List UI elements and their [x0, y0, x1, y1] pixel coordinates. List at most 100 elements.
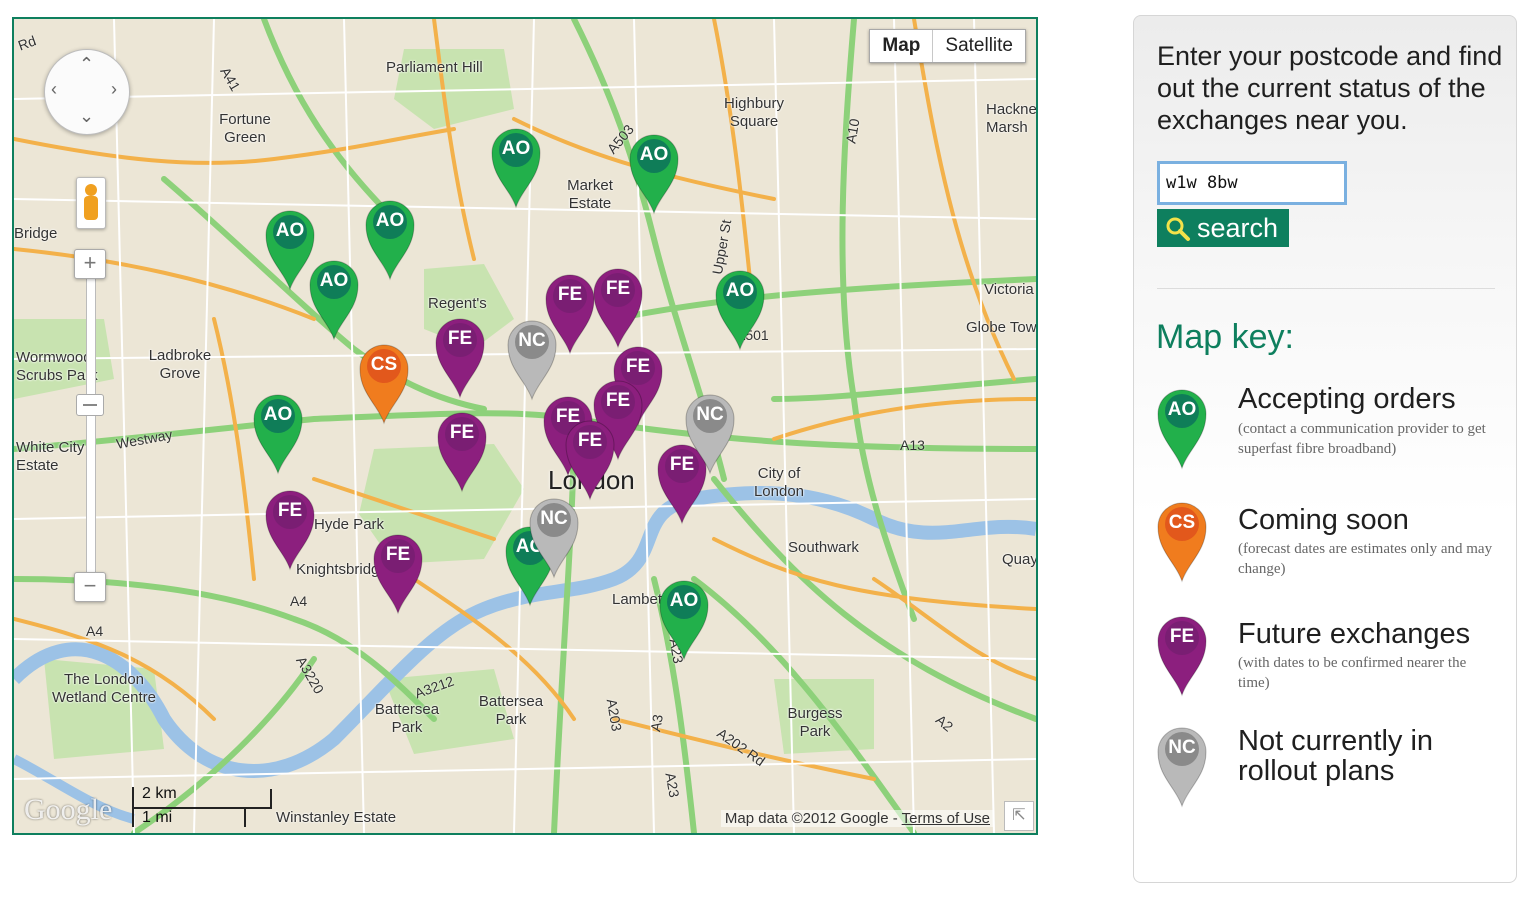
exchange-pin-accepting[interactable]: AO: [306, 255, 362, 341]
pan-down-icon[interactable]: ⌄: [79, 106, 94, 127]
place-label: Battersea Park: [478, 693, 544, 728]
road-label: A4: [290, 593, 308, 609]
road-label: A3: [647, 713, 666, 733]
pin-code-label: AO: [669, 590, 699, 611]
place-label: Victoria: [984, 281, 1034, 298]
pin-code-label: NC: [696, 404, 724, 425]
future-pin-icon: FE: [1154, 611, 1210, 697]
road-label: A13: [900, 437, 925, 453]
pin-code-label: AO: [725, 280, 755, 301]
pin-code-label: AO: [263, 404, 293, 425]
exchange-pin-not[interactable]: NC: [504, 315, 560, 401]
map-attribution: Map data ©2012 Google - Terms of Use: [720, 810, 994, 827]
exchange-pin-accepting[interactable]: AO: [712, 265, 768, 351]
search-icon: [1166, 217, 1190, 241]
exchange-pin-future[interactable]: FE: [432, 313, 488, 399]
place-label: Globe Town: [966, 319, 1038, 336]
exchange-pin-accepting[interactable]: AO: [362, 195, 418, 281]
place-label: Quay: [1002, 551, 1038, 568]
place-label: City of London: [753, 465, 805, 500]
attribution-text: Map data ©2012 Google -: [724, 810, 902, 827]
pin-code-label: FE: [605, 278, 631, 299]
place-label: White City Estate: [16, 439, 85, 474]
map-type-control: Map Satellite: [869, 29, 1026, 63]
key-item-note: (with dates to be confirmed nearer the t…: [1238, 655, 1467, 691]
pin-code-label: AO: [375, 210, 405, 231]
place-label: Wormwood Scrubs Park: [16, 349, 98, 384]
scale-km-label: 2 km: [142, 785, 177, 802]
key-item-note: (forecast dates are estimates only and m…: [1238, 541, 1493, 577]
key-item-name: Coming soon: [1238, 504, 1409, 536]
pin-code-label: AO: [639, 144, 669, 165]
exchange-pin-accepting[interactable]: AO: [250, 389, 306, 475]
zoom-in-button[interactable]: +: [74, 249, 106, 279]
pegman-icon[interactable]: [76, 177, 106, 229]
pan-control[interactable]: ⌃ ⌄ ‹ ›: [44, 49, 130, 135]
postcode-panel: Enter your postcode and find out the cur…: [1133, 15, 1517, 883]
exchange-pin-coming[interactable]: CS: [356, 339, 412, 425]
pan-left-icon[interactable]: ‹: [51, 79, 57, 100]
pin-code-label: NC: [518, 330, 546, 351]
exchange-pin-future[interactable]: FE: [562, 415, 618, 501]
exchange-pin-not[interactable]: NC: [526, 493, 582, 579]
exchange-pin-accepting[interactable]: AO: [626, 129, 682, 215]
pin-code-label: FE: [277, 500, 303, 521]
exchange-pin-future[interactable]: FE: [434, 407, 490, 493]
scale-bar: 2 km 1 mi: [132, 785, 272, 829]
pin-code-label: FE: [449, 422, 475, 443]
google-logo[interactable]: Google: [24, 793, 112, 827]
map-view-button[interactable]: Map: [870, 30, 934, 62]
pin-code-label: FE: [577, 430, 603, 451]
road-label: A4: [86, 623, 104, 639]
place-label: Battersea Park: [374, 701, 440, 736]
place-label: Regent's: [428, 295, 487, 312]
terms-of-use-link[interactable]: Terms of Use: [902, 810, 990, 827]
place-label: Burgess Park: [787, 705, 843, 740]
map[interactable]: Parliament Hill Fortune Green Highbury S…: [12, 17, 1038, 835]
place-label: Highbury Square: [723, 95, 785, 130]
search-button[interactable]: search: [1157, 209, 1289, 247]
pin-code-label: AO: [501, 138, 531, 159]
key-item-note: (contact a communication provider to get…: [1238, 421, 1486, 457]
pin-code-label: AO: [275, 220, 305, 241]
exchange-pin-future[interactable]: FE: [590, 263, 646, 349]
search-button-label: search: [1197, 213, 1279, 243]
pin-code-label: FE: [385, 544, 411, 565]
pin-code-label: FE: [447, 328, 473, 349]
place-label: The London Wetland Centre: [52, 671, 156, 706]
exchange-pin-accepting[interactable]: AO: [488, 123, 544, 209]
exchange-pin-not[interactable]: NC: [682, 389, 738, 475]
zoom-out-button[interactable]: −: [74, 572, 106, 602]
expand-icon[interactable]: ⇱: [1004, 801, 1034, 831]
pan-right-icon[interactable]: ›: [111, 79, 117, 100]
place-label: Parliament Hill: [386, 59, 483, 76]
place-label: Hackney Marsh: [986, 101, 1037, 136]
zoom-slider-track[interactable]: [86, 264, 96, 596]
exchange-pin-future[interactable]: FE: [262, 485, 318, 571]
satellite-view-button[interactable]: Satellite: [933, 30, 1025, 62]
place-label: Southwark: [788, 539, 859, 556]
key-item-name: Accepting orders: [1238, 383, 1456, 415]
place-label: Winstanley Estate: [276, 809, 397, 826]
exchange-pin-future[interactable]: FE: [370, 529, 426, 615]
pin-code-label: NC: [540, 508, 568, 529]
exchange-pin-accepting[interactable]: AO: [656, 575, 712, 661]
postcode-input[interactable]: [1157, 161, 1347, 205]
place-label: Ladbroke Grove: [148, 347, 212, 382]
scale-mi-label: 1 mi: [142, 809, 173, 826]
pin-code-label: AO: [319, 270, 349, 291]
pin-code-label: FE: [605, 390, 631, 411]
divider: [1157, 288, 1495, 289]
key-item-name: Not currently in rollout plans: [1238, 725, 1434, 787]
key-item-name: Future exchanges: [1238, 618, 1471, 650]
accepting-pin-icon: AO: [1154, 384, 1210, 470]
pin-code-label: CS: [370, 354, 398, 375]
pan-up-icon[interactable]: ⌃: [79, 54, 94, 75]
not-in-plans-pin-icon: NC: [1154, 722, 1210, 808]
panel-intro-text: Enter your postcode and find out the cur…: [1157, 41, 1503, 135]
coming-soon-pin-icon: CS: [1154, 497, 1210, 583]
place-label: Fortune Green: [219, 111, 271, 146]
place-label: Market Estate: [567, 177, 613, 212]
place-label: Bridge: [14, 225, 58, 242]
zoom-slider-handle[interactable]: [76, 394, 104, 416]
